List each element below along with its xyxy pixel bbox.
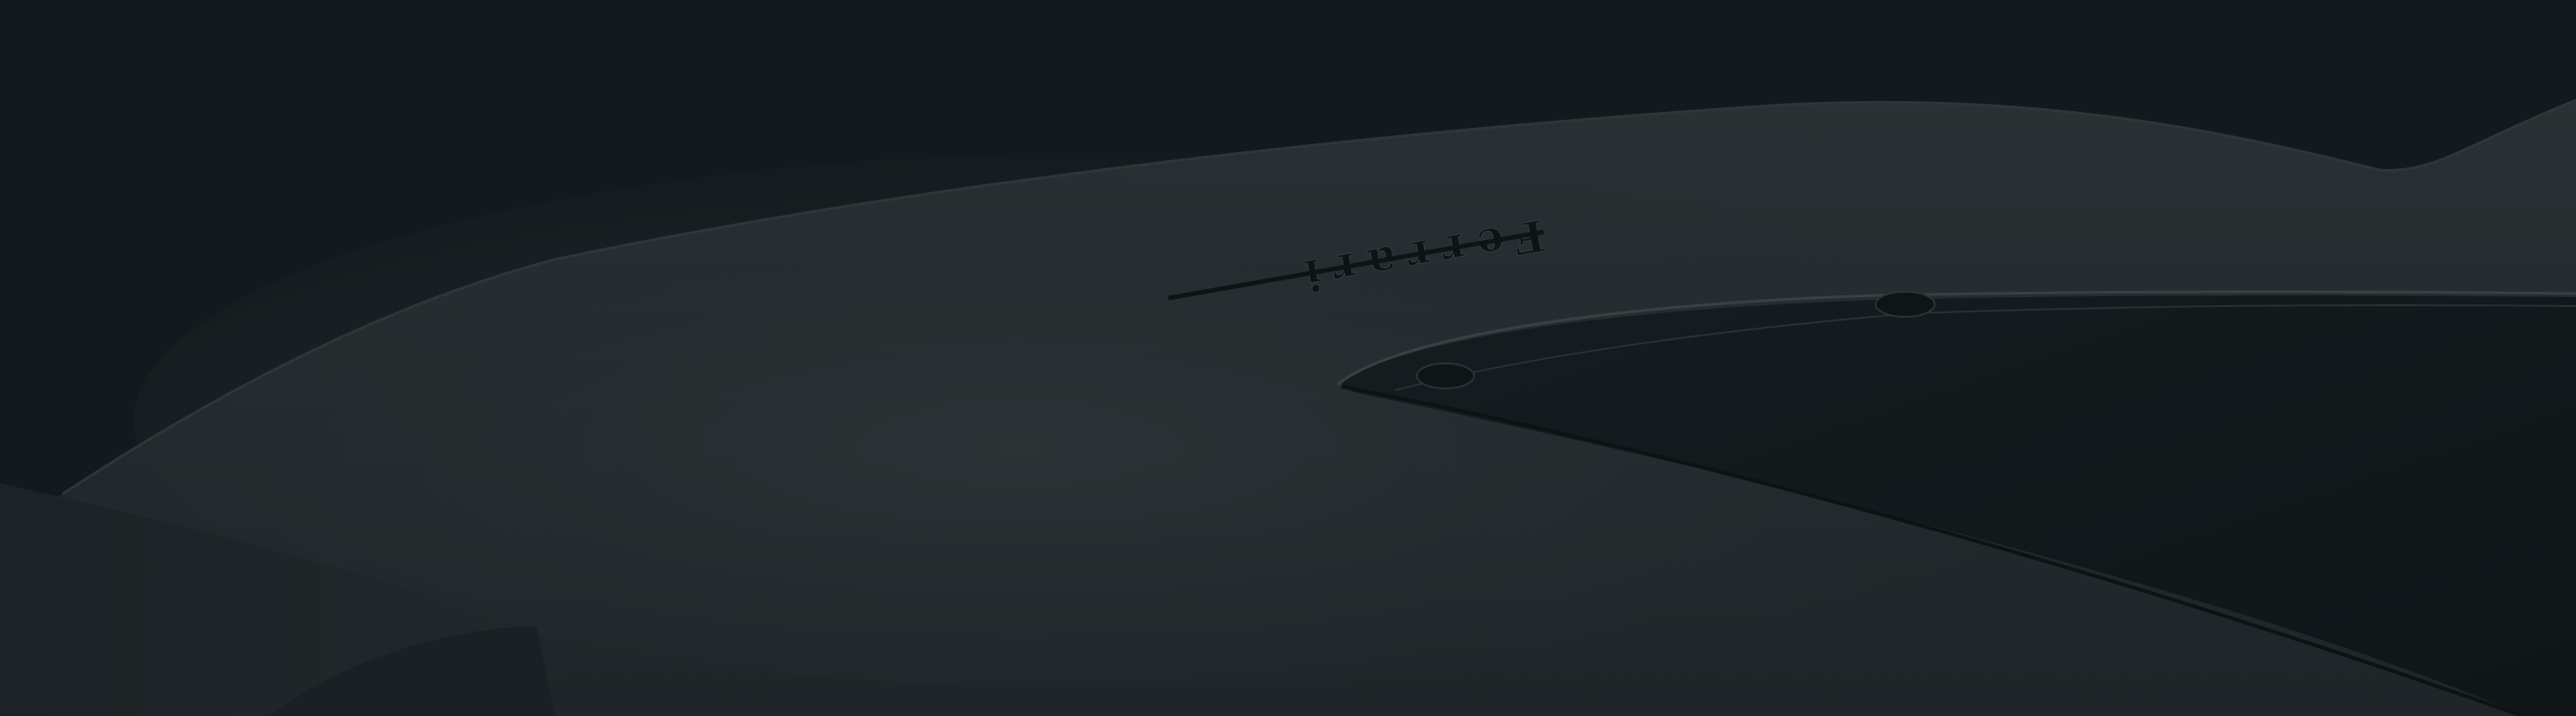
fastener-left-icon — [1416, 362, 1475, 389]
hero-banner: Ferrari — [0, 0, 2576, 716]
fastener-top-icon — [1875, 291, 1936, 318]
car-body-photo: Ferrari — [0, 0, 2576, 716]
